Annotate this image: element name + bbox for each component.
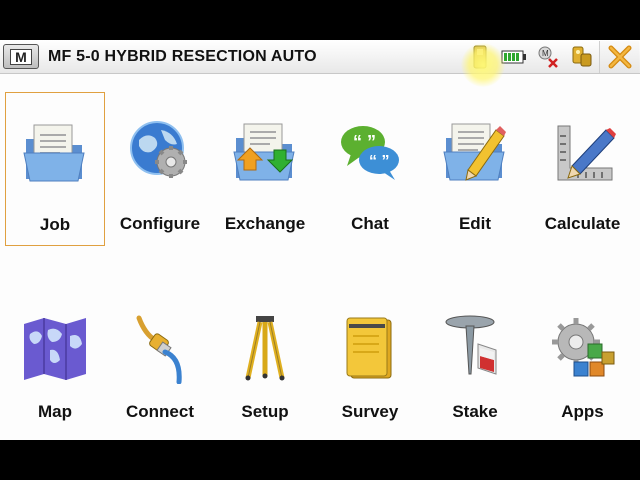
app-label: Survey — [341, 402, 399, 421]
app-label: Job — [39, 215, 71, 234]
page-title: MF 5-0 HYBRID RESECTION AUTO — [48, 48, 317, 65]
radio-disconnected-icon[interactable]: M — [534, 43, 562, 71]
app-tile-survey[interactable]: Survey — [320, 280, 420, 430]
app-grid: Job Configure Exchange “ ” “ ” Chat Edit… — [0, 92, 640, 432]
touch-indicator — [461, 43, 505, 87]
chat-bubbles-icon: “ ” “ ” — [335, 116, 405, 186]
main-menu-button[interactable]: M — [3, 44, 39, 69]
calculate-pencil-square-icon — [548, 116, 618, 186]
app-label: Stake — [452, 402, 498, 421]
exchange-folder-arrows-icon — [230, 116, 300, 186]
app-label: Connect — [126, 402, 194, 421]
app-tile-connect[interactable]: Connect — [110, 280, 210, 430]
menu-button-label: M — [10, 48, 32, 65]
app-tile-stake[interactable]: Stake — [425, 280, 525, 430]
app-label: Apps — [561, 402, 604, 421]
app-tile-edit[interactable]: Edit — [425, 92, 525, 246]
svg-text:M: M — [542, 49, 549, 58]
app-label: Configure — [119, 214, 201, 233]
app-tile-map[interactable]: Map — [5, 280, 105, 430]
app-label: Edit — [458, 214, 492, 233]
app-tile-calculate[interactable]: Calculate — [530, 92, 635, 246]
app-tile-configure[interactable]: Configure — [110, 92, 210, 246]
survey-style-icon[interactable] — [568, 43, 596, 71]
tripod-icon — [230, 314, 300, 384]
apps-gear-blocks-icon — [548, 314, 618, 384]
job-folder-icon — [20, 117, 90, 187]
map-icon — [20, 314, 90, 384]
app-label: Map — [38, 402, 72, 421]
app-tile-job[interactable]: Job — [5, 92, 105, 246]
title-bar: M MF 5-0 HYBRID RESECTION AUTO M — [0, 40, 640, 74]
app-tile-apps[interactable]: Apps — [530, 280, 635, 430]
app-tile-setup[interactable]: Setup — [215, 280, 315, 430]
app-label: Setup — [241, 402, 289, 421]
edit-folder-pencil-icon — [440, 116, 510, 186]
app-screen: M MF 5-0 HYBRID RESECTION AUTO M Job Con… — [0, 40, 640, 440]
connect-cable-icon — [125, 314, 195, 385]
app-label: Chat — [351, 214, 389, 233]
app-label: Calculate — [544, 214, 621, 233]
survey-notebook-icon — [335, 314, 405, 384]
app-label: Exchange — [224, 214, 306, 233]
svg-text:“ ”: “ ” — [369, 153, 389, 170]
close-icon — [608, 45, 631, 69]
app-tile-exchange[interactable]: Exchange — [215, 92, 315, 246]
app-tile-chat[interactable]: “ ” “ ” Chat — [320, 92, 420, 246]
close-button[interactable] — [599, 41, 639, 73]
stake-pin-icon — [440, 314, 510, 384]
configure-globe-gear-icon — [125, 116, 195, 186]
